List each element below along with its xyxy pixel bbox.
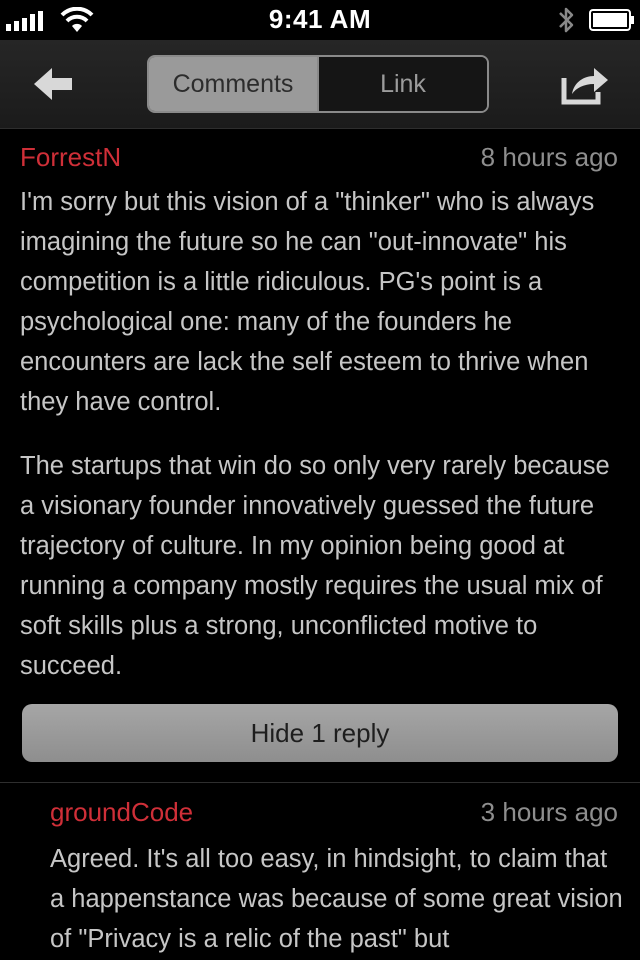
comment-paragraph: Agreed. It's all too easy, in hindsight,… bbox=[50, 845, 623, 953]
segmented-control: Comments Link bbox=[147, 55, 489, 113]
share-icon[interactable] bbox=[560, 62, 610, 106]
comment-paragraph: The startups that win do so only very ra… bbox=[20, 452, 610, 680]
comment-author[interactable]: ForrestN bbox=[20, 142, 121, 173]
comment-header: groundCode 3 hours ago bbox=[0, 783, 640, 843]
status-time: 9:41 AM bbox=[268, 4, 372, 34]
hide-replies-button[interactable]: Hide 1 reply bbox=[22, 704, 618, 762]
comment-time: 8 hours ago bbox=[480, 142, 618, 172]
comment-body: Agreed. It's all too easy, in hindsight,… bbox=[50, 839, 624, 959]
comment: ForrestN 8 hours ago I'm sorry but this … bbox=[0, 128, 640, 680]
bluetooth-icon bbox=[559, 7, 574, 33]
comment-header: ForrestN 8 hours ago bbox=[0, 128, 640, 188]
comment-paragraph: I'm sorry but this vision of a "thinker"… bbox=[20, 188, 595, 416]
navigation-bar: Comments Link bbox=[0, 40, 640, 129]
tab-link[interactable]: Link bbox=[317, 57, 487, 111]
comment-author[interactable]: groundCode bbox=[50, 797, 193, 828]
battery-icon bbox=[589, 9, 634, 31]
comment-body: I'm sorry but this vision of a "thinker"… bbox=[20, 182, 620, 686]
back-arrow-icon[interactable] bbox=[30, 64, 76, 104]
comment-time: 3 hours ago bbox=[480, 797, 618, 827]
reply-comment: groundCode 3 hours ago Agreed. It's all … bbox=[0, 782, 640, 953]
tab-comments[interactable]: Comments bbox=[149, 57, 317, 111]
status-bar: 9:41 AM bbox=[0, 0, 640, 40]
